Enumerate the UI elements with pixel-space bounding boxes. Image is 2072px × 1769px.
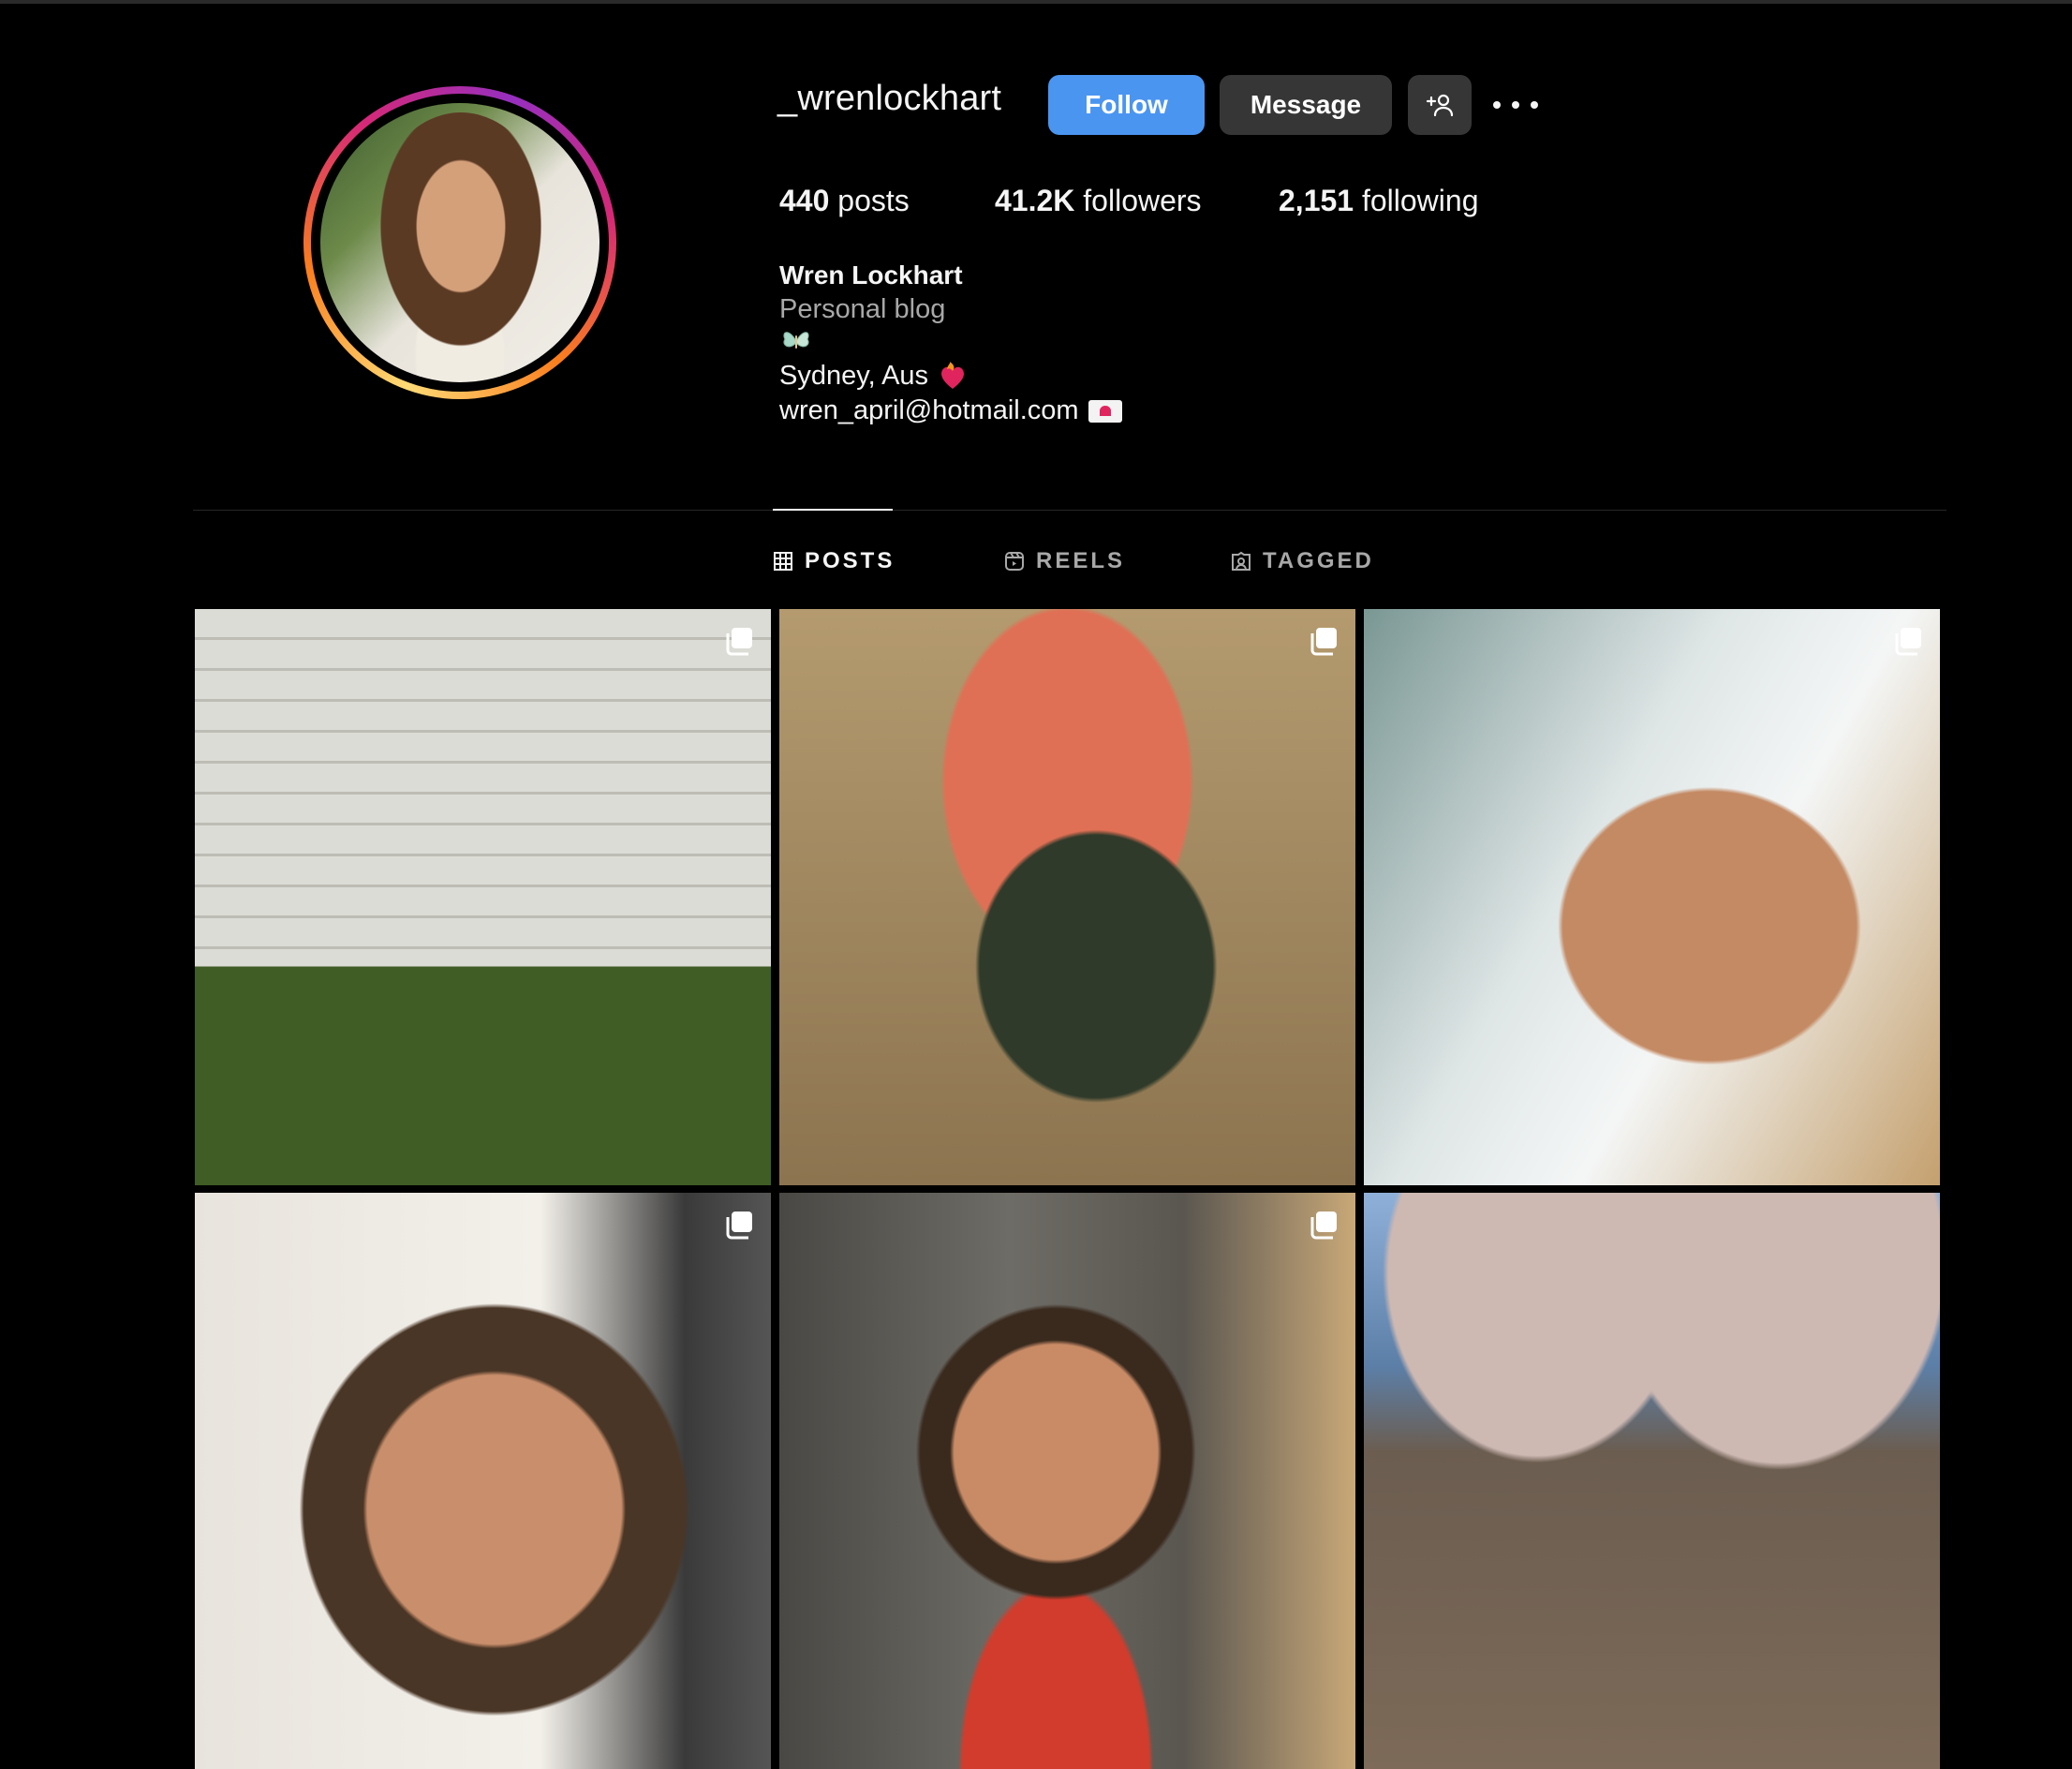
- bio-category: Personal blog: [779, 294, 946, 324]
- post-tile[interactable]: [1364, 609, 1940, 1185]
- post-tile[interactable]: [195, 609, 771, 1185]
- window-top-border: [0, 0, 2072, 4]
- butterfly-icon: [783, 332, 809, 349]
- carousel-icon: [1310, 628, 1337, 656]
- tab-posts[interactable]: POSTS: [773, 547, 895, 575]
- tabs-divider: [193, 510, 1946, 511]
- profile-avatar: [320, 103, 599, 382]
- followers-link[interactable]: 41.2K followers: [995, 184, 1202, 218]
- add-user-icon: [1426, 94, 1454, 117]
- posts-count: 440 posts: [779, 184, 910, 217]
- suggest-users-button[interactable]: [1408, 75, 1472, 135]
- more-options-icon[interactable]: [1493, 90, 1538, 120]
- story-ring[interactable]: [303, 86, 616, 399]
- heart-on-fire-icon: [941, 362, 965, 390]
- tab-reels[interactable]: REELS: [1004, 547, 1125, 575]
- profile-username: _wrenlockhart: [777, 79, 1002, 118]
- bio-location: Sydney, Aus: [779, 361, 968, 392]
- post-tile[interactable]: [779, 1193, 1355, 1769]
- follow-button[interactable]: Follow: [1048, 75, 1205, 135]
- carousel-icon: [726, 1212, 752, 1240]
- bio-full-name: Wren Lockhart: [779, 260, 963, 290]
- following-link[interactable]: 2,151 following: [1279, 184, 1478, 218]
- post-tile[interactable]: [779, 609, 1355, 1185]
- active-tab-indicator: [773, 509, 893, 511]
- post-tile[interactable]: [1364, 1193, 1940, 1769]
- carousel-icon: [1310, 1212, 1337, 1240]
- tagged-icon: [1232, 551, 1251, 571]
- tab-tagged[interactable]: TAGGED: [1231, 547, 1374, 575]
- post-tile[interactable]: [195, 1193, 771, 1769]
- bio-email: wren_april@hotmail.com: [779, 395, 1122, 426]
- carousel-icon: [726, 628, 752, 656]
- carousel-icon: [1895, 628, 1921, 656]
- reels-icon: [1005, 552, 1024, 571]
- grid-icon: [774, 552, 792, 571]
- envelope-heart-icon: [1088, 400, 1122, 424]
- message-button[interactable]: Message: [1220, 75, 1392, 135]
